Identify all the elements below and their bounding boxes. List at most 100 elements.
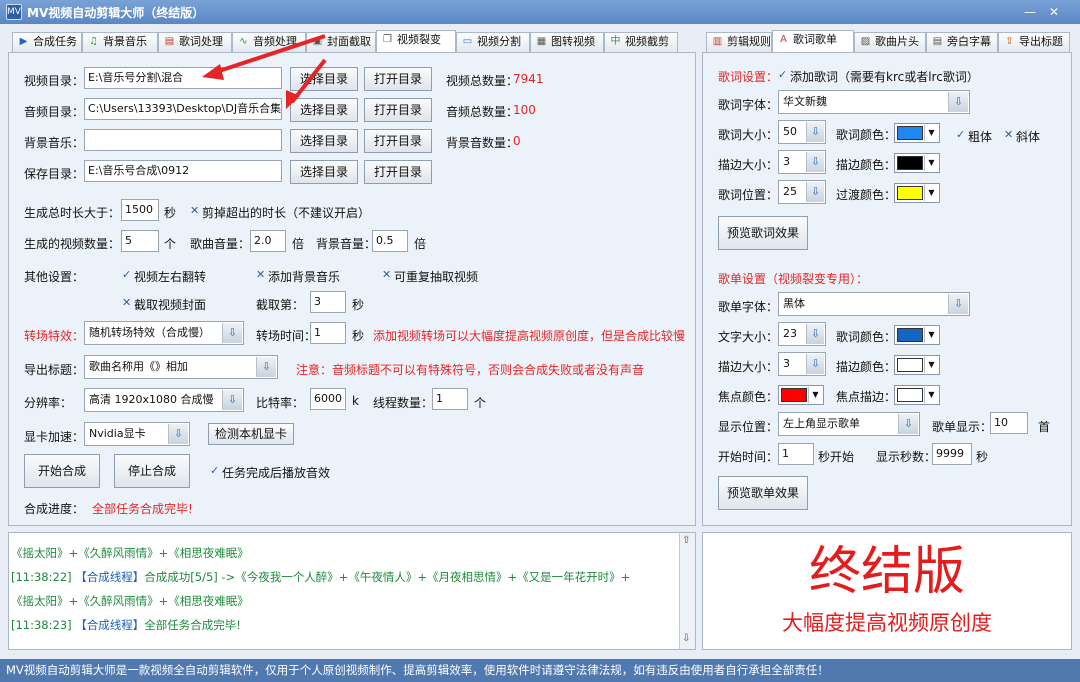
lyric-pos-spin[interactable]: 25 ⇩	[778, 180, 826, 204]
spin-icon[interactable]: ⇩	[806, 182, 824, 202]
add-lyric-checkbox[interactable]: ✓ 添加歌词（需要有krc或者lrc歌词）	[778, 68, 979, 85]
sec-unit: 秒	[164, 206, 177, 220]
bgm-total-value: 0	[513, 134, 521, 148]
save-dir-label: 保存目录：	[24, 167, 85, 181]
show-secs-input[interactable]: 9999	[932, 443, 972, 465]
spin-icon[interactable]: ⇩	[806, 122, 824, 142]
cover-checkbox[interactable]: ✕ 截取视频封面	[122, 296, 206, 313]
tab-image-video[interactable]: ▦ 图转视频	[530, 32, 604, 52]
minimize-icon[interactable]: —	[1022, 4, 1038, 20]
chevron-down-icon: ⇩	[948, 294, 968, 314]
title-bar: MV MV视频自动剪辑大师（终结版） — ✕	[0, 0, 1080, 24]
log-scrollbar[interactable]: ⇧ ⇩	[679, 533, 695, 649]
pl-stroke-label: 描边大小：	[718, 360, 779, 374]
tab-video-split[interactable]: ▭ 视频分割	[456, 32, 530, 52]
unit-bei-2: 倍	[414, 237, 427, 251]
start-time-input[interactable]: 1	[778, 443, 814, 465]
spin-icon[interactable]: ⇩	[806, 152, 824, 172]
bgm-choose-button[interactable]: 选择目录	[290, 129, 358, 153]
song-vol-input[interactable]: 2.0	[250, 230, 286, 252]
pl-color-picker[interactable]: ▼	[894, 325, 940, 345]
close-icon[interactable]: ✕	[1046, 4, 1062, 20]
video-dir-open-button[interactable]: 打开目录	[364, 67, 432, 91]
bgm-open-button[interactable]: 打开目录	[364, 129, 432, 153]
start-suffix: 秒开始	[818, 450, 855, 464]
detect-gpu-button[interactable]: 检测本机显卡	[208, 423, 294, 445]
lyric-font-select[interactable]: 华文新魏 ⇩	[778, 90, 970, 114]
flip-checkbox[interactable]: ✓ 视频左右翻转	[122, 268, 206, 285]
stroke-size-spin[interactable]: 3 ⇩	[778, 150, 826, 174]
stroke-color-picker[interactable]: ▼	[894, 153, 940, 173]
stop-button[interactable]: 停止合成	[114, 454, 190, 488]
add-bgm-checkbox[interactable]: ✕ 添加背景音乐	[256, 268, 340, 285]
trans-time-input[interactable]: 1	[310, 322, 346, 344]
save-choose-button[interactable]: 选择目录	[290, 160, 358, 184]
tab-music[interactable]: ♫ 背景音乐	[82, 32, 158, 52]
scroll-down-icon[interactable]: ⇩	[682, 633, 690, 644]
bg-vol-input[interactable]: 0.5	[372, 230, 408, 252]
crop-icon: 中	[610, 36, 621, 47]
tab-doc[interactable]: ▤ 旁白字幕	[926, 32, 998, 52]
trans-color-label: 过渡颜色：	[836, 188, 897, 202]
pl-stroke-spin[interactable]: 3 ⇩	[778, 352, 826, 376]
pl-font-select[interactable]: 黑体 ⇩	[778, 292, 970, 316]
gen-count-input[interactable]: 5	[121, 230, 159, 252]
song-vol-label: 歌曲音量：	[190, 237, 251, 251]
italic-checkbox[interactable]: ✕ 斜体	[1004, 128, 1040, 145]
save-dir-input[interactable]: E:\音乐号合成\0912	[84, 160, 282, 182]
repeat-checkbox[interactable]: ✕ 可重复抽取视频	[382, 268, 478, 285]
app-logo-icon: MV	[6, 4, 22, 20]
chevron-down-icon: ⇩	[898, 414, 918, 434]
cover-input[interactable]: 3	[310, 291, 346, 313]
tab-image[interactable]: ▨ 歌曲片头	[854, 32, 926, 52]
trans-color-picker[interactable]: ▼	[894, 183, 940, 203]
play-done-checkbox[interactable]: ✓ 任务完成后播放音效	[210, 464, 330, 481]
gen-total-input[interactable]: 1500	[121, 199, 159, 221]
tab-copy[interactable]: ❐ 视频裂变	[376, 30, 456, 52]
bgm-dir-input[interactable]	[84, 129, 282, 151]
display-pos-select[interactable]: 左上角显示歌单 ⇩	[778, 412, 920, 436]
export-title-select[interactable]: 歌曲名称用《》相加 ⇩	[84, 355, 278, 379]
preview-playlist-button[interactable]: 预览歌单效果	[718, 476, 808, 510]
dropdown-icon: ▼	[808, 387, 822, 403]
tab-crop[interactable]: 中视频截剪	[604, 32, 678, 52]
tab-export[interactable]: ⇪ 导出标题	[998, 32, 1070, 52]
pl-color-label: 歌词颜色：	[836, 330, 897, 344]
title-note: 注意：音频标题不可以有特殊符号，否则会合成失败或者没有声音	[296, 363, 645, 377]
spin-icon[interactable]: ⇩	[806, 324, 824, 344]
focus-stroke-label: 焦点描边：	[836, 390, 897, 404]
spin-icon[interactable]: ⇩	[806, 354, 824, 374]
cut-over-checkbox[interactable]: ✕ 剪掉超出的时长（不建议开启）	[190, 204, 370, 221]
tab-play[interactable]: ▶ 合成任务	[12, 32, 82, 52]
bitrate-input[interactable]: 6000	[310, 388, 346, 410]
transition-select[interactable]: 随机转场特效（合成慢） ⇩	[84, 321, 244, 345]
text-size-spin[interactable]: 23 ⇩	[778, 322, 826, 346]
gen-count-label: 生成的视频数量：	[24, 237, 121, 251]
pl-show-input[interactable]: 10	[990, 412, 1028, 434]
chevron-down-icon: ⇩	[168, 424, 188, 444]
lyric-size-spin[interactable]: 50 ⇩	[778, 120, 826, 144]
tab-film[interactable]: ▥ 剪辑规则	[706, 32, 772, 52]
scroll-up-icon[interactable]: ⇧	[682, 535, 690, 546]
preview-lyric-button[interactable]: 预览歌词效果	[718, 216, 808, 250]
bgm-total-label: 背景音数量：	[446, 136, 519, 150]
threads-input[interactable]: 1	[432, 388, 468, 410]
resolution-select[interactable]: 高清 1920x1080 合成慢 ⇩	[84, 388, 244, 412]
start-button[interactable]: 开始合成	[24, 454, 100, 488]
banner-subtitle: 大幅度提高视频原创度	[782, 611, 992, 635]
gpu-select[interactable]: Nvidia显卡 ⇩	[84, 422, 190, 446]
focus-stroke-picker[interactable]: ▼	[894, 385, 940, 405]
focus-color-picker[interactable]: ▼	[778, 385, 824, 405]
save-open-button[interactable]: 打开目录	[364, 160, 432, 184]
transition-label: 转场特效：	[24, 329, 85, 343]
lyric-color-picker[interactable]: ▼	[894, 123, 940, 143]
tab-label: 封面截取	[327, 35, 371, 48]
audio-dir-open-button[interactable]: 打开目录	[364, 98, 432, 122]
status-bar: MV视频自动剪辑大师是一款视频全自动剪辑软件，仅用于个人原创视频制作、提高剪辑效…	[0, 659, 1080, 682]
tab-label: 剪辑规则	[727, 35, 771, 48]
pl-stroke-color-picker[interactable]: ▼	[894, 355, 940, 375]
video-total-label: 视频总数量：	[446, 74, 519, 88]
tab-font-a[interactable]: A 歌词歌单	[772, 30, 854, 52]
bold-checkbox[interactable]: ✓ 粗体	[956, 128, 992, 145]
color-swatch	[781, 388, 807, 402]
